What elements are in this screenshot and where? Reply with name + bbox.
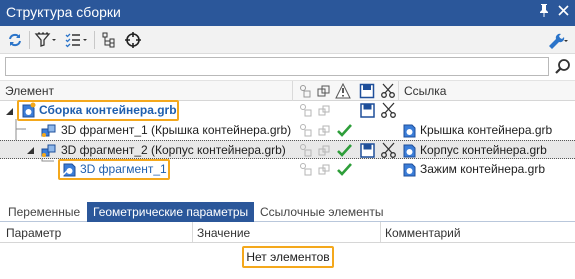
toolbar bbox=[0, 26, 575, 54]
fragment-document-icon bbox=[61, 161, 78, 178]
column-comment[interactable]: Комментарий bbox=[385, 226, 461, 240]
tree-row-link[interactable]: Зажим контейнера.grb bbox=[420, 162, 545, 176]
search-input[interactable] bbox=[6, 58, 548, 75]
collapse-toggle-icon[interactable] bbox=[26, 144, 35, 158]
search-button[interactable] bbox=[554, 57, 572, 76]
params-grid-header: Параметр Значение Комментарий bbox=[0, 222, 575, 243]
crosshair-icon bbox=[124, 31, 142, 49]
visibility-icon[interactable] bbox=[298, 161, 315, 178]
tab-bar: Переменные Геометрические параметры Ссыл… bbox=[0, 202, 575, 222]
settings-button[interactable] bbox=[544, 29, 570, 51]
check-icon bbox=[336, 122, 353, 139]
pin-icon[interactable] bbox=[535, 3, 553, 21]
copies-column-icon[interactable] bbox=[316, 83, 332, 99]
visibility-icon[interactable] bbox=[298, 142, 315, 159]
column-element[interactable]: Элемент bbox=[5, 84, 54, 98]
scissors-column-icon[interactable] bbox=[380, 83, 396, 99]
wrench-icon bbox=[546, 31, 568, 49]
tree-row-assembly[interactable]: Сборка контейнера.grb bbox=[0, 100, 575, 121]
tree-structure-button[interactable] bbox=[99, 29, 121, 51]
copies-icon bbox=[316, 102, 333, 119]
scissors-icon[interactable] bbox=[380, 102, 397, 119]
copies-icon bbox=[316, 122, 333, 139]
check-icon bbox=[336, 142, 353, 159]
tree-row-fragment-nested[interactable]: 3D фрагмент_1 Зажим контейнера.grb bbox=[0, 159, 575, 180]
save-icon[interactable] bbox=[359, 142, 376, 159]
warning-column-icon[interactable] bbox=[335, 82, 351, 99]
tree-row-label: 3D фрагмент_2 (Корпус контейнера.grb) bbox=[61, 143, 286, 157]
visibility-icon[interactable] bbox=[298, 102, 315, 119]
tree-row-link[interactable]: Крышка контейнера.grb bbox=[420, 123, 552, 137]
fragment-3d-icon bbox=[40, 142, 57, 159]
target-button[interactable] bbox=[122, 29, 144, 51]
close-icon[interactable] bbox=[554, 3, 572, 21]
filter-button[interactable] bbox=[33, 29, 59, 51]
refresh-icon bbox=[6, 31, 24, 49]
tree-row-link[interactable]: Корпус контейнера.grb bbox=[420, 143, 547, 157]
tree-icon bbox=[101, 31, 119, 49]
fragment-3d-icon bbox=[40, 122, 57, 139]
collapse-toggle-icon[interactable] bbox=[5, 105, 14, 119]
copies-icon bbox=[316, 161, 333, 178]
search-icon bbox=[554, 59, 572, 79]
window-titlebar: Структура сборки bbox=[0, 0, 575, 26]
tree-row-fragment-2[interactable]: 3D фрагмент_2 (Корпус контейнера.grb) Ко… bbox=[0, 140, 575, 159]
save-icon[interactable] bbox=[359, 102, 376, 119]
visibility-icon[interactable] bbox=[298, 122, 315, 139]
save-column-icon[interactable] bbox=[359, 83, 375, 99]
tree-header: Элемент Ссылка bbox=[0, 80, 575, 101]
search-field[interactable] bbox=[5, 57, 549, 76]
scissors-icon[interactable] bbox=[380, 142, 397, 159]
tree-row-label: Сборка контейнера.grb bbox=[39, 103, 177, 117]
refresh-button[interactable] bbox=[4, 29, 26, 51]
tab-geometric-parameters[interactable]: Геометрические параметры bbox=[87, 202, 255, 222]
column-value[interactable]: Значение bbox=[197, 226, 250, 240]
copies-icon bbox=[316, 142, 333, 159]
tab-reference-elements[interactable]: Ссылочные элементы bbox=[254, 202, 390, 222]
window-title: Структура сборки bbox=[6, 4, 121, 20]
tree-row-label: 3D фрагмент_1 bbox=[80, 162, 167, 176]
column-link[interactable]: Ссылка bbox=[404, 84, 446, 98]
column-parameter[interactable]: Параметр bbox=[6, 226, 61, 240]
tree-row-fragment-1[interactable]: 3D фрагмент_1 (Крышка контейнера.grb) Кр… bbox=[0, 121, 575, 140]
check-icon bbox=[336, 161, 353, 178]
list-check-icon bbox=[64, 31, 90, 49]
empty-state-message: Нет элементов bbox=[242, 246, 334, 268]
tab-variables[interactable]: Переменные bbox=[2, 202, 86, 222]
linked-document-icon bbox=[401, 161, 418, 178]
tree-row-label: 3D фрагмент_1 (Крышка контейнера.grb) bbox=[61, 123, 292, 137]
linked-document-icon bbox=[401, 122, 418, 139]
linked-document-icon bbox=[401, 142, 418, 159]
list-options-button[interactable] bbox=[63, 29, 91, 51]
assembly-document-icon bbox=[20, 102, 37, 119]
filter-icon bbox=[34, 31, 58, 49]
visibility-column-icon[interactable] bbox=[298, 83, 314, 99]
